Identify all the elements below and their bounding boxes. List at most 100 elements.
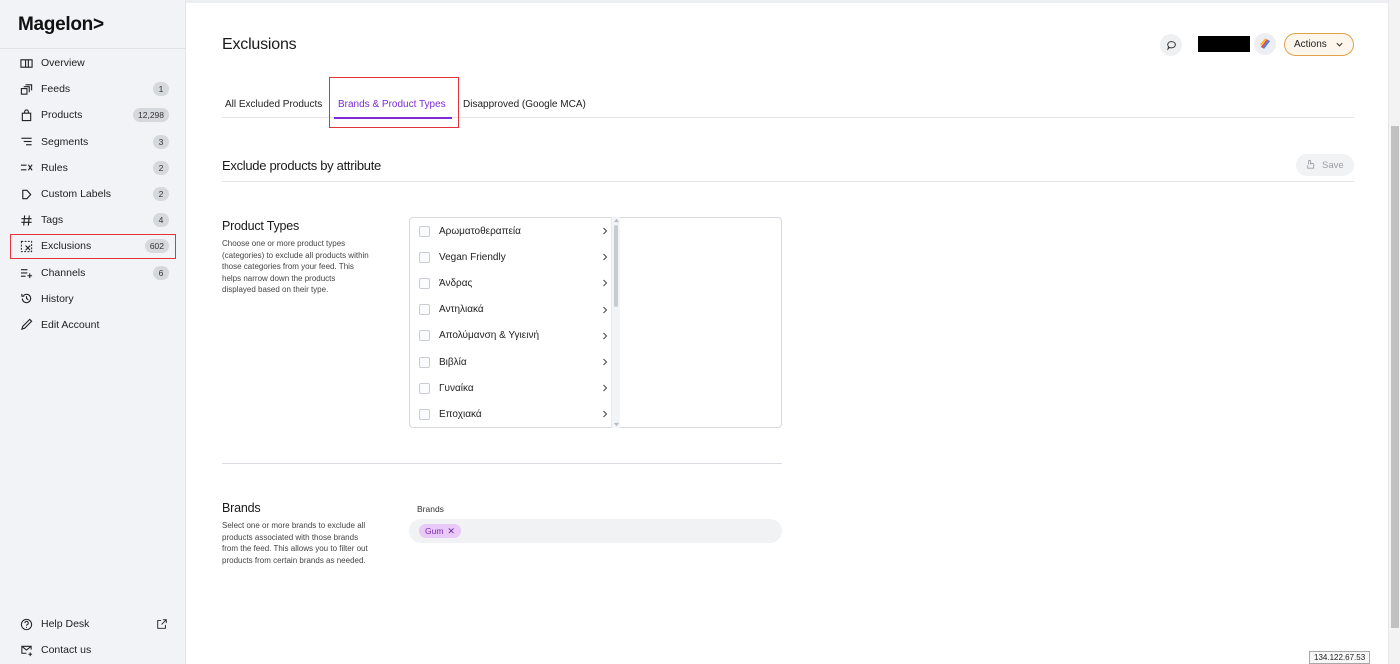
store-logo-icon xyxy=(1260,38,1271,49)
tab-all-excluded-products[interactable]: All Excluded Products xyxy=(225,99,322,110)
sidebar-item-label: Tags xyxy=(41,214,64,227)
scroll-up-icon[interactable] xyxy=(614,218,619,223)
list-item[interactable]: Απολύμανση & Υγιεινή xyxy=(410,323,613,349)
chat-button[interactable] xyxy=(1160,34,1182,56)
sidebar-item-overview[interactable]: Overview xyxy=(0,50,186,76)
sidebar-item-history[interactable]: History xyxy=(0,286,186,312)
section-divider xyxy=(222,181,1354,182)
tab-disapproved-google-mca[interactable]: Disapproved (Google MCA) xyxy=(463,99,586,110)
count-badge: 1 xyxy=(153,82,169,97)
products-icon xyxy=(18,107,34,123)
product-type-label: Βιβλία xyxy=(439,356,467,368)
sidebar-nav: Overview Feeds 1 Products 12,298 Segment… xyxy=(0,50,186,338)
list-item[interactable]: Εποχιακά xyxy=(410,401,613,427)
product-types-scrollbar[interactable] xyxy=(611,217,620,428)
sidebar-item-edit-account[interactable]: Edit Account xyxy=(0,312,186,338)
external-link-icon[interactable] xyxy=(156,618,168,630)
chevron-right-icon[interactable] xyxy=(601,253,609,261)
top-border xyxy=(186,0,1388,3)
product-type-label: Αρωματοθεραπεία xyxy=(439,225,521,237)
sidebar-item-custom-labels[interactable]: Custom Labels 2 xyxy=(0,181,186,207)
sidebar-item-label: Segments xyxy=(41,135,89,148)
sidebar-item-label: History xyxy=(41,292,74,305)
count-badge: 12,298 xyxy=(133,108,169,123)
checkbox[interactable] xyxy=(419,382,430,394)
actions-dropdown[interactable]: Actions xyxy=(1284,33,1354,56)
sidebar-item-label: Contact us xyxy=(41,644,92,657)
checkbox[interactable] xyxy=(419,408,430,420)
scroll-down-icon[interactable] xyxy=(614,422,619,427)
count-badge: 6 xyxy=(153,265,169,280)
save-button[interactable]: Save xyxy=(1296,154,1354,176)
list-item[interactable]: Γυναίκα xyxy=(410,375,613,401)
product-types-picker: Αρωματοθεραπεία Vegan Friendly Άνδρας Αν… xyxy=(409,217,782,428)
sidebar-item-exclusions[interactable]: Exclusions 602 xyxy=(9,233,177,259)
sidebar-item-label: Edit Account xyxy=(41,318,100,331)
page-scrollbar[interactable] xyxy=(1388,0,1400,664)
list-item[interactable]: Αντηλιακά xyxy=(410,297,613,323)
chevron-right-icon[interactable] xyxy=(601,279,609,287)
chevron-right-icon[interactable] xyxy=(601,358,609,366)
chevron-right-icon[interactable] xyxy=(601,332,609,340)
custom-labels-icon xyxy=(18,186,34,202)
sidebar-item-help-desk[interactable]: Help Desk xyxy=(0,611,186,637)
rules-icon xyxy=(18,160,34,176)
product-type-label: Εποχιακά xyxy=(439,408,482,420)
contact-icon xyxy=(18,642,34,658)
sidebar-item-contact-us[interactable]: Contact us xyxy=(0,637,186,663)
tab-highlight-box xyxy=(329,77,459,128)
checkbox[interactable] xyxy=(419,330,430,342)
exclusions-icon xyxy=(18,238,34,254)
chevron-right-icon[interactable] xyxy=(601,306,609,314)
chevron-right-icon[interactable] xyxy=(601,410,609,418)
product-types-list: Αρωματοθεραπεία Vegan Friendly Άνδρας Αν… xyxy=(410,218,613,427)
brands-field-label: Brands xyxy=(417,504,444,514)
save-label: Save xyxy=(1322,159,1344,171)
sidebar-item-label: Custom Labels xyxy=(41,188,112,201)
product-type-label: Αντηλιακά xyxy=(439,304,484,316)
list-item[interactable]: Αρωματοθεραπεία xyxy=(410,218,613,244)
app-root: Magelon> Overview Feeds 1 Products 12,29… xyxy=(0,0,1400,664)
scroll-thumb[interactable] xyxy=(614,225,618,307)
sidebar-item-rules[interactable]: Rules 2 xyxy=(0,155,186,181)
checkbox[interactable] xyxy=(419,225,430,237)
overview-icon xyxy=(18,55,34,71)
remove-chip-icon[interactable]: ✕ xyxy=(447,526,455,537)
product-type-label: Γυναίκα xyxy=(439,382,474,394)
sidebar-item-tags[interactable]: Tags 4 xyxy=(0,207,186,233)
channels-icon xyxy=(18,265,34,281)
sidebar-item-segments[interactable]: Segments 3 xyxy=(0,129,186,155)
section-title: Exclude products by attribute xyxy=(222,158,381,173)
list-item[interactable]: Vegan Friendly xyxy=(410,244,613,270)
sidebar-item-channels[interactable]: Channels 6 xyxy=(0,260,186,286)
block-divider xyxy=(222,463,782,464)
page-scroll-thumb[interactable] xyxy=(1391,126,1399,628)
checkbox[interactable] xyxy=(419,251,430,263)
brand-chip-label: Gum xyxy=(425,526,444,536)
sidebar-item-feeds[interactable]: Feeds 1 xyxy=(0,76,186,102)
store-switcher[interactable] xyxy=(1254,33,1276,55)
checkbox[interactable] xyxy=(419,277,430,289)
sidebar: Magelon> Overview Feeds 1 Products 12,29… xyxy=(0,0,186,664)
chevron-right-icon[interactable] xyxy=(601,384,609,392)
save-icon xyxy=(1307,159,1315,169)
checkbox[interactable] xyxy=(419,356,430,368)
sidebar-item-label: Feeds xyxy=(41,83,71,96)
page-title: Exclusions xyxy=(222,36,297,53)
app-logo[interactable]: Magelon> xyxy=(18,14,104,36)
sidebar-bottom: Help Desk Contact us xyxy=(0,611,186,663)
chat-icon xyxy=(1166,40,1176,51)
brands-description: Select one or more brands to exclude all… xyxy=(222,521,368,565)
count-badge: 602 xyxy=(144,239,169,254)
sidebar-item-label: Overview xyxy=(41,57,85,70)
count-badge: 3 xyxy=(153,134,169,149)
brands-input[interactable]: Gum ✕ xyxy=(409,519,782,543)
list-item[interactable]: Άνδρας xyxy=(410,270,613,296)
chevron-down-icon xyxy=(1336,42,1343,47)
count-badge: 2 xyxy=(153,187,169,202)
list-item[interactable]: Βιβλία xyxy=(410,349,613,375)
sidebar-item-label: Exclusions xyxy=(41,240,92,253)
sidebar-item-products[interactable]: Products 12,298 xyxy=(0,102,186,128)
checkbox[interactable] xyxy=(419,304,430,316)
chevron-right-icon[interactable] xyxy=(601,227,609,235)
